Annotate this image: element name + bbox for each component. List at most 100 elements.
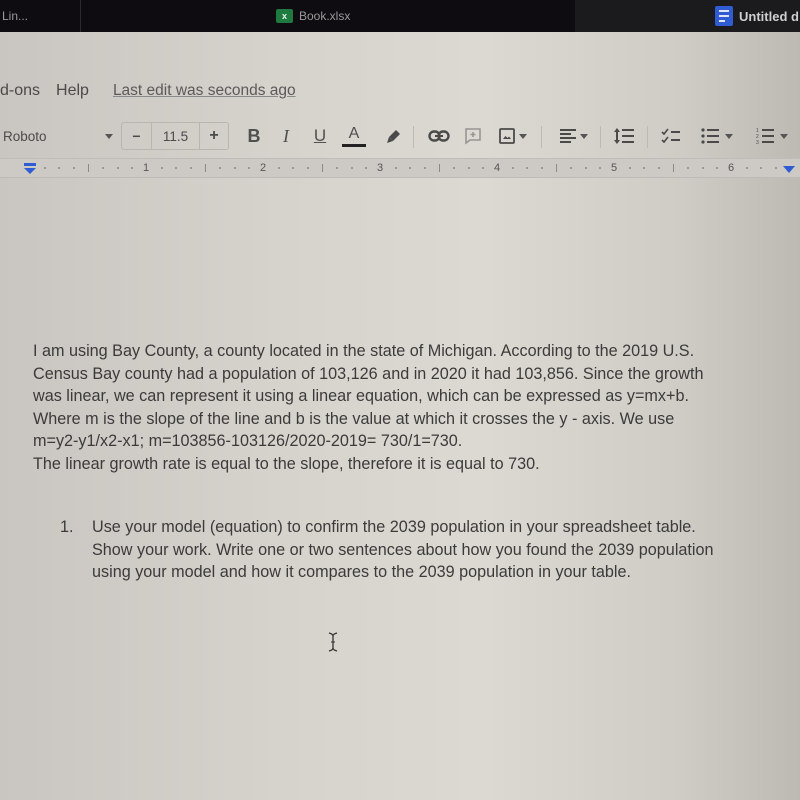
menu-help[interactable]: Help bbox=[56, 82, 89, 100]
toolbar-divider bbox=[647, 126, 648, 148]
tab-untitled-document[interactable]: Untitled d bbox=[715, 0, 799, 32]
ruler-tick bbox=[321, 164, 323, 172]
paragraph-line: Census Bay county had a population of 10… bbox=[33, 364, 704, 383]
toolbar-divider bbox=[541, 126, 542, 148]
font-size-control: − 11.5 + bbox=[121, 122, 229, 150]
bulleted-list-button[interactable] bbox=[697, 120, 737, 152]
ruler-tick bbox=[58, 167, 61, 169]
toolbar-divider bbox=[600, 126, 601, 148]
numbered-list-icon: 1 2 3 bbox=[756, 128, 774, 145]
ruler-tick bbox=[526, 167, 529, 169]
text-color-button[interactable]: A bbox=[342, 120, 366, 152]
horizontal-ruler[interactable]: 1 2 3 4 5 6 bbox=[0, 158, 800, 178]
insert-image-button[interactable] bbox=[496, 120, 530, 152]
toolbar-divider bbox=[413, 126, 414, 148]
add-comment-icon bbox=[465, 128, 481, 145]
svg-text:3: 3 bbox=[756, 140, 759, 145]
ruler-tick bbox=[716, 167, 719, 169]
ruler-tick bbox=[248, 167, 251, 169]
decrease-font-size-button[interactable]: − bbox=[122, 123, 152, 149]
tab-lin[interactable]: Lin... bbox=[2, 0, 82, 32]
numbered-list-button[interactable]: 1 2 3 bbox=[752, 120, 792, 152]
ruler-tick bbox=[511, 167, 514, 169]
tab-book-xlsx[interactable]: x Book.xlsx bbox=[276, 0, 350, 32]
chevron-down-icon bbox=[780, 133, 788, 139]
formatting-toolbar: Roboto − 11.5 + B I U A 1 2 3 bbox=[0, 120, 800, 152]
paragraph-line: was linear, we can represent it using a … bbox=[33, 387, 689, 406]
line-spacing-button[interactable] bbox=[612, 120, 636, 152]
ruler-tick bbox=[687, 167, 690, 169]
ruler-tick bbox=[584, 167, 587, 169]
bold-button[interactable]: B bbox=[244, 120, 264, 152]
font-family-value: Roboto bbox=[3, 128, 47, 144]
ruler-tick bbox=[555, 164, 557, 172]
italic-button[interactable]: I bbox=[276, 120, 296, 152]
paragraph-line: m=y2-y1/x2-x1; m=103856-103126/2020-2019… bbox=[33, 432, 463, 451]
right-indent-marker[interactable] bbox=[782, 166, 796, 174]
list-line: Use your model (equation) to confirm the… bbox=[92, 518, 696, 536]
paragraph-line: The linear growth rate is equal to the s… bbox=[33, 454, 540, 473]
tab-label: Book.xlsx bbox=[299, 9, 351, 23]
list-item: 1. Use your model (equation) to confirm … bbox=[60, 516, 800, 584]
left-indent-marker[interactable] bbox=[23, 163, 37, 175]
tab-label: Lin... bbox=[2, 9, 29, 23]
ruler-number: 6 bbox=[728, 162, 735, 174]
ruler-tick bbox=[350, 167, 353, 169]
checklist-button[interactable] bbox=[660, 120, 682, 152]
link-icon bbox=[428, 130, 450, 142]
underline-button[interactable]: U bbox=[310, 120, 330, 152]
list-number: 1. bbox=[60, 518, 74, 536]
ruler-tick bbox=[204, 164, 206, 172]
add-comment-button[interactable] bbox=[463, 120, 483, 152]
tab-label: Untitled d bbox=[739, 8, 799, 24]
insert-image-icon bbox=[499, 128, 515, 144]
last-edit-link[interactable]: Last edit was seconds ago bbox=[113, 82, 296, 100]
chevron-down-icon bbox=[725, 133, 733, 139]
ruler-tick bbox=[467, 167, 470, 169]
ruler-tick bbox=[87, 164, 89, 172]
text-cursor-icon bbox=[328, 632, 338, 652]
numbered-list[interactable]: 1. Use your model (equation) to confirm … bbox=[60, 516, 800, 584]
menu-bar: d-ons Help Last edit was seconds ago bbox=[0, 78, 800, 104]
ruler-tick bbox=[394, 167, 397, 169]
ruler-tick bbox=[599, 167, 602, 169]
font-family-select[interactable]: Roboto bbox=[3, 120, 113, 152]
increase-font-size-button[interactable]: + bbox=[200, 123, 228, 149]
ruler-tick bbox=[423, 167, 426, 169]
ruler-tick bbox=[131, 167, 134, 169]
ruler-tick bbox=[175, 167, 178, 169]
text-color-swatch bbox=[342, 144, 366, 147]
ruler-tick bbox=[116, 167, 119, 169]
browser-tab-strip: Lin... x Book.xlsx Untitled d bbox=[0, 0, 800, 32]
document-page[interactable]: I am using Bay County, a county located … bbox=[0, 180, 800, 800]
ruler-tick bbox=[189, 167, 192, 169]
ruler-tick bbox=[219, 167, 222, 169]
ruler-tick bbox=[540, 167, 543, 169]
ruler-tick bbox=[453, 167, 456, 169]
menu-add-ons[interactable]: d-ons bbox=[0, 82, 40, 100]
checklist-icon bbox=[661, 128, 680, 144]
ruler-tick bbox=[160, 167, 163, 169]
ruler-tick bbox=[701, 167, 704, 169]
highlight-color-button[interactable] bbox=[384, 120, 404, 152]
ruler-tick bbox=[233, 167, 236, 169]
insert-link-button[interactable] bbox=[427, 120, 451, 152]
ruler-tick bbox=[672, 164, 674, 172]
ruler-tick bbox=[365, 167, 368, 169]
align-button[interactable] bbox=[555, 120, 591, 152]
bulleted-list-icon bbox=[701, 128, 719, 144]
line-spacing-icon bbox=[614, 128, 634, 144]
ruler-tick bbox=[306, 167, 309, 169]
list-line: Show your work. Write one or two sentenc… bbox=[92, 540, 714, 559]
body-paragraph[interactable]: I am using Bay County, a county located … bbox=[33, 340, 800, 476]
ruler-number: 3 bbox=[377, 162, 384, 174]
ruler-tick bbox=[43, 167, 46, 169]
align-left-icon bbox=[559, 129, 576, 143]
ruler-tick bbox=[336, 167, 339, 169]
ruler-number: 1 bbox=[143, 162, 150, 174]
chevron-down-icon bbox=[519, 133, 527, 139]
ruler-tick bbox=[482, 167, 485, 169]
ruler-tick bbox=[760, 167, 763, 169]
font-size-input[interactable]: 11.5 bbox=[152, 123, 200, 149]
ruler-number: 5 bbox=[611, 162, 618, 174]
